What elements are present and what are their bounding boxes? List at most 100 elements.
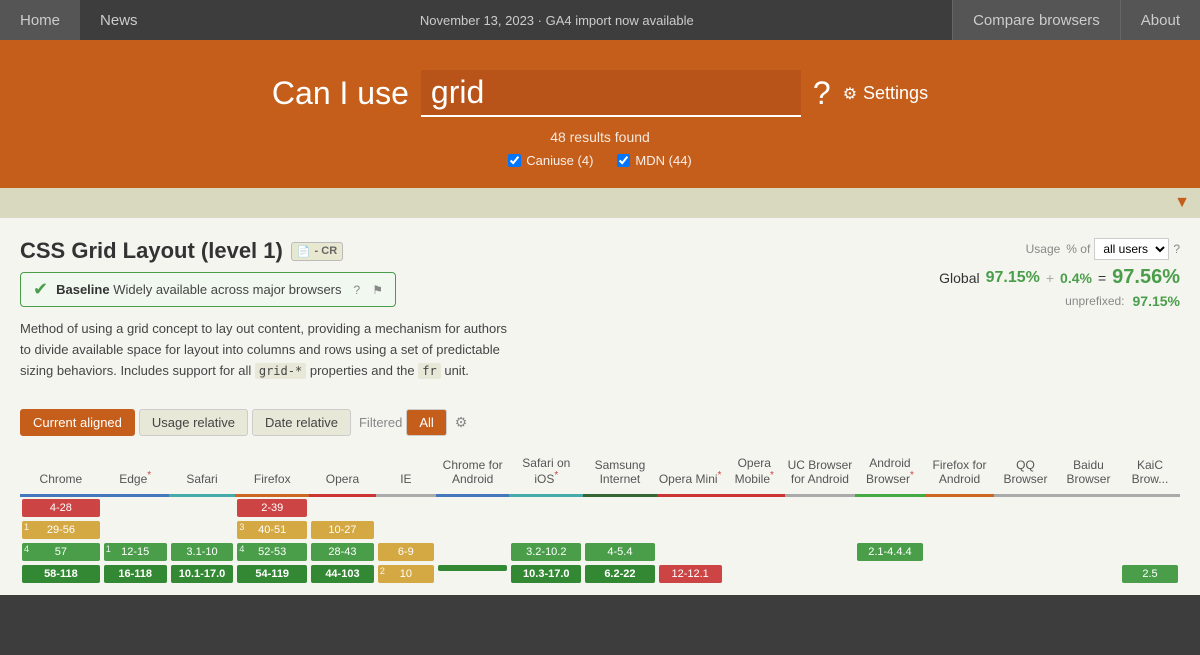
version-cell[interactable]: 4-28 [22,499,100,517]
usage-partial-number: 0.4% [1060,270,1092,286]
usage-global-row: Global 97.15% + 0.4% = 97.56% [900,266,1180,289]
navbar: Home News November 13, 2023 · GA4 import… [0,0,1200,40]
header-safari: Safari [169,452,236,494]
browser-header-row: Chrome Edge* Safari Firefox Opera IE Chr… [20,452,1180,494]
version-cell[interactable]: 452-53 [237,543,307,561]
version-cell[interactable]: 2.5 [1122,565,1178,583]
version-cell[interactable]: 28-43 [311,543,374,561]
tab-usage-relative[interactable]: Usage relative [139,409,248,436]
version-cell[interactable]: 129-56 [22,521,100,539]
tab-date-relative[interactable]: Date relative [252,409,351,436]
nav-home[interactable]: Home [0,0,80,40]
usage-plus: + [1046,270,1054,286]
feature-title-area: CSS Grid Layout (level 1) 📄 - CR ✔ Basel… [20,238,900,395]
baseline-check-icon: ✔ [33,279,48,300]
nav-about[interactable]: About [1120,0,1200,40]
header-edge: Edge* [102,452,169,494]
usage-question-icon[interactable]: ? [1173,242,1180,256]
nav-news[interactable]: News [80,0,158,40]
version-cell[interactable]: 44-103 [311,565,374,583]
table-row: 129-56 340-51 10-27 [20,519,1180,541]
version-cell[interactable]: 112-15 [104,543,167,561]
unprefixed-value: 97.15% [1133,293,1180,309]
header-opera-mobile: Opera Mobile* [724,452,785,494]
feature-title-row: CSS Grid Layout (level 1) 📄 - CR [20,238,900,264]
version-cell[interactable]: 6.2-22 [585,565,655,583]
settings-button[interactable]: ⚙ Settings [843,83,928,104]
header-samsung: Samsung Internet [583,452,657,494]
hero-question: ? [813,75,831,112]
version-cell[interactable]: 6-9 [378,543,434,561]
usage-equals: = [1098,270,1106,286]
version-cell[interactable]: 54-119 [237,565,307,583]
nav-announcement: November 13, 2023 · GA4 import now avail… [158,0,953,40]
code-grid-star: grid-* [255,363,306,379]
version-cell[interactable]: 10-27 [311,521,374,539]
table-row: 457 112-15 3.1-10 452-53 28-43 6-9 3.2-1… [20,541,1180,563]
version-cell[interactable]: 58-118 [22,565,100,583]
unprefixed-label: unprefixed: [1065,294,1124,308]
mdn-filter[interactable]: MDN (44) [617,153,691,168]
nav-compare[interactable]: Compare browsers [952,0,1120,40]
filter-bar: ▼ [0,188,1200,218]
header-qq: QQ Browser [994,452,1057,494]
tab-settings-icon[interactable]: ⚙ [455,414,468,431]
hero-label: Can I use [272,75,409,112]
version-cell[interactable]: 2.1-4.4.4 [857,543,923,561]
table-row: 4-28 2-39 [20,497,1180,519]
version-cell[interactable]: 12-12.1 [659,565,722,583]
usage-label: Usage [1026,242,1061,256]
usage-unprefixed-row: unprefixed: 97.15% [900,293,1180,309]
header-android: Android Browser* [855,452,925,494]
header-baidu: Baidu Browser [1057,452,1120,494]
filter-icon[interactable]: ▼ [1174,194,1190,212]
header-opera-mini: Opera Mini* [657,452,724,494]
version-cell[interactable]: 10.3-17.0 [511,565,581,583]
header-firefox: Firefox [235,452,309,494]
usage-total-number: 97.56% [1112,266,1180,289]
header-ie: IE [376,452,436,494]
filtered-label: Filtered [359,415,402,430]
baseline-flag-icon[interactable]: ⚑ [372,283,383,297]
version-cell[interactable]: 4-5.4 [585,543,655,561]
baseline-text: Baseline Widely available across major b… [56,282,341,297]
hero-section: Can I use ? ⚙ Settings 48 results found … [0,40,1200,188]
usage-panel: Usage % of all users ? Global 97.15% + 0… [900,238,1180,309]
feature-title-text: CSS Grid Layout (level 1) [20,238,283,264]
version-cell[interactable]: 10.1-17.0 [171,565,234,583]
feature-badge: 📄 - CR [291,242,343,261]
baseline-info-icon[interactable]: ? [354,283,361,297]
baseline-box: ✔ Baseline Widely available across major… [20,272,396,307]
version-cell[interactable]: 457 [22,543,100,561]
usage-selector: % of all users ? [1066,238,1180,260]
version-cell[interactable]: 3.1-10 [171,543,234,561]
search-row: Can I use ? ⚙ Settings [272,70,928,117]
browser-compatibility-grid: Chrome Edge* Safari Firefox Opera IE Chr… [20,452,1180,585]
feature-header: CSS Grid Layout (level 1) 📄 - CR ✔ Basel… [20,238,1180,395]
header-chrome: Chrome [20,452,102,494]
header-safari-ios: Safari on iOS* [509,452,583,494]
version-cell[interactable]: 2-39 [237,499,307,517]
tab-current-aligned[interactable]: Current aligned [20,409,135,436]
version-cell[interactable]: 3.2-10.2 [511,543,581,561]
version-cell[interactable] [438,565,508,571]
header-kaios: KaiC Brow... [1120,452,1180,494]
usage-users-select[interactable]: all users [1094,238,1169,260]
main-content: CSS Grid Layout (level 1) 📄 - CR ✔ Basel… [0,218,1200,595]
header-firefox-android: Firefox for Android [925,452,994,494]
header-uc: UC Browser for Android [785,452,855,494]
search-input[interactable] [421,70,801,117]
results-count: 48 results found [550,129,650,145]
tab-all[interactable]: All [406,409,446,436]
badge-icon: 📄 [297,245,311,258]
header-opera: Opera [309,452,376,494]
view-tabs: Current aligned Usage relative Date rela… [20,409,1180,436]
code-fr: fr [418,363,440,379]
filter-checkboxes: Caniuse (4) MDN (44) [508,153,692,168]
version-cell[interactable]: 340-51 [237,521,307,539]
feature-description: Method of using a grid concept to lay ou… [20,319,520,381]
caniuse-filter[interactable]: Caniuse (4) [508,153,593,168]
version-cell[interactable]: 16-118 [104,565,167,583]
version-cell[interactable]: 210 [378,565,434,583]
gear-icon: ⚙ [843,84,857,104]
